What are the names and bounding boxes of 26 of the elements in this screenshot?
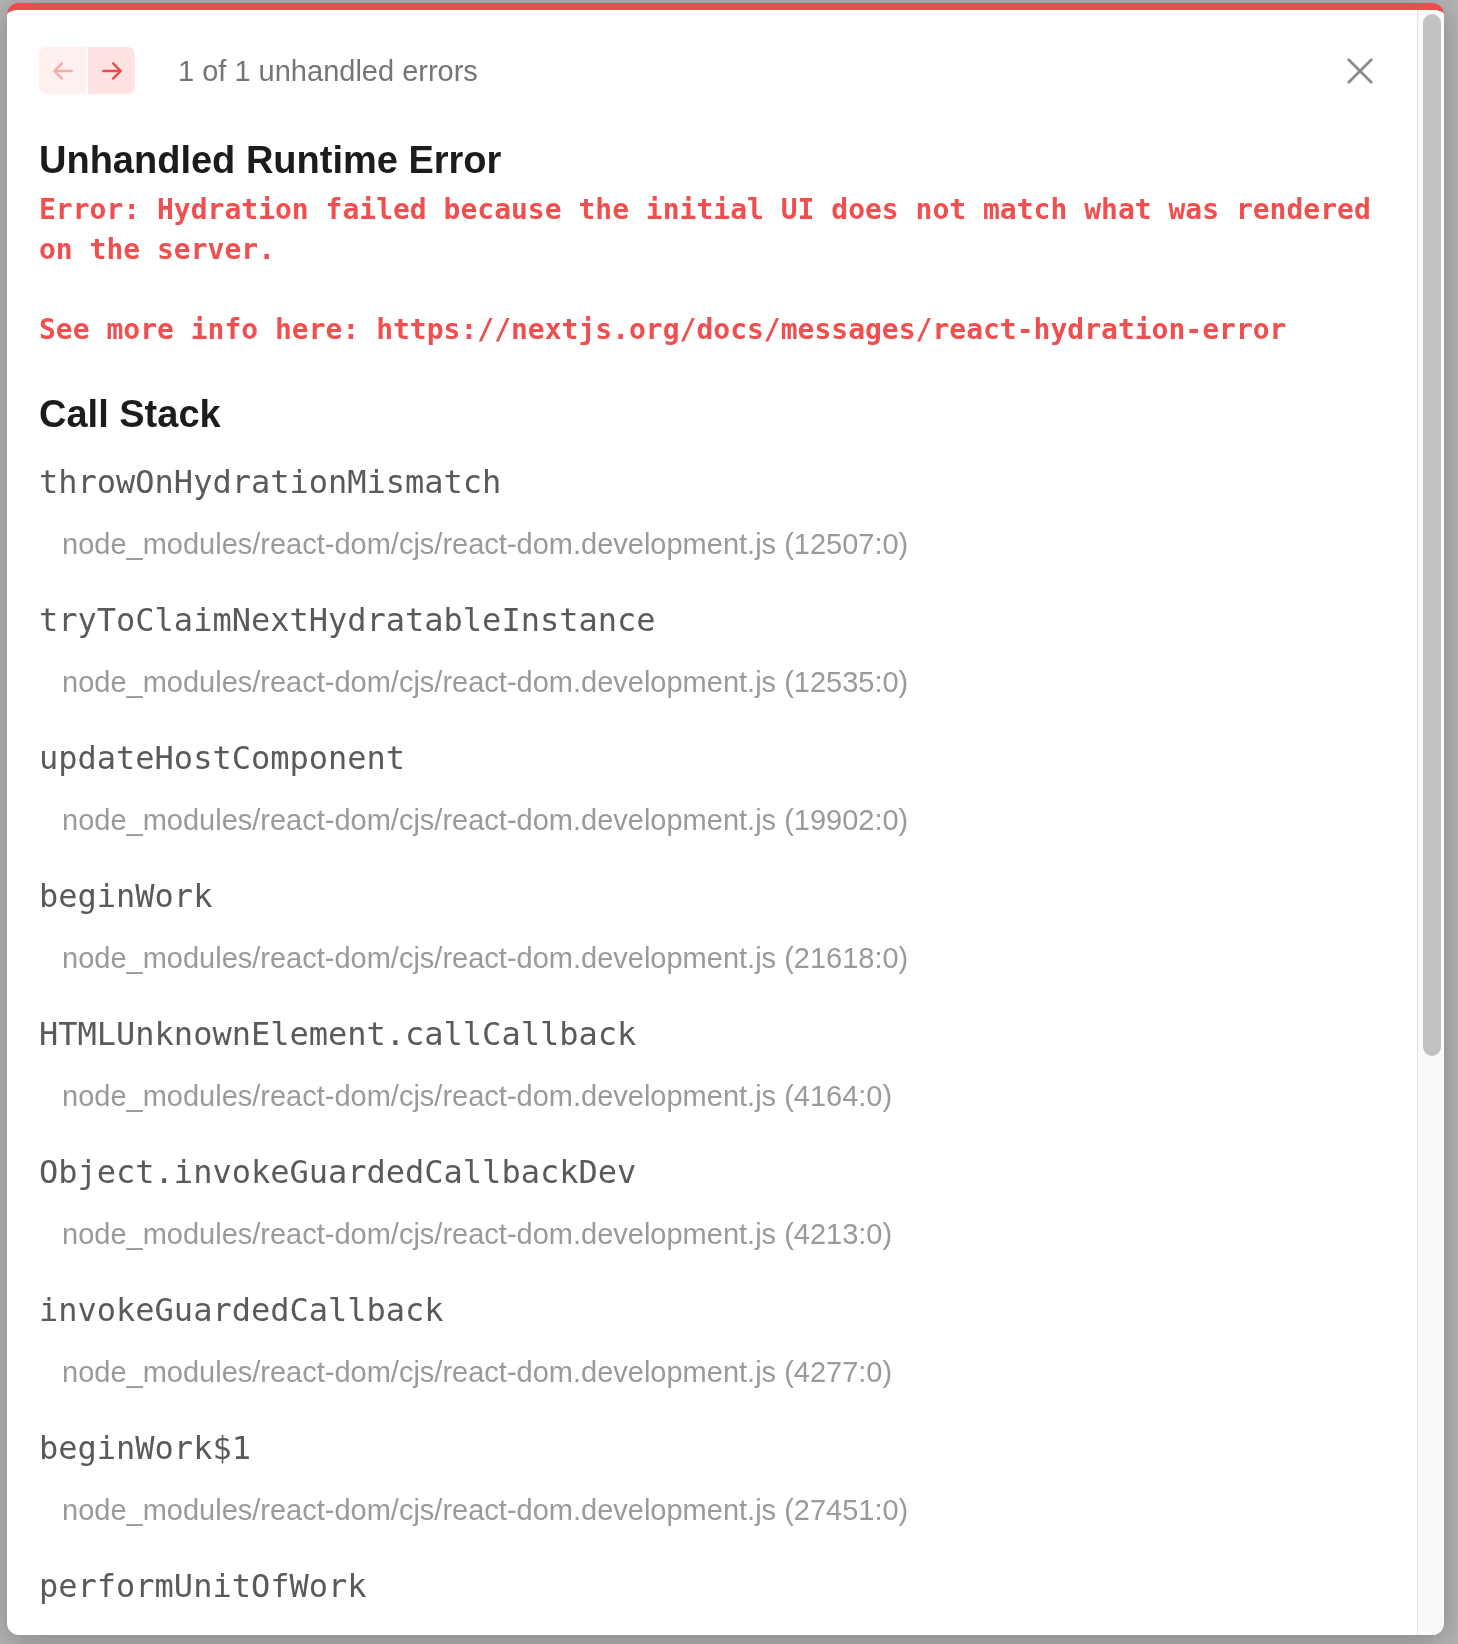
function-name: tryToClaimNextHydratableInstance [39,600,656,640]
source-location[interactable]: node_modules/react-dom/cjs/react-dom.development.js (12507:0) [62,526,909,562]
next-error-button[interactable] [88,47,135,94]
function-name: Object.invokeGuardedCallbackDev [39,1152,637,1192]
close-button[interactable] [1345,55,1375,86]
function-name: performUnitOfWork [39,1566,367,1606]
source-location[interactable]: node_modules/react-dom/cjs/react-dom.development.js (19902:0) [62,802,909,838]
source-location[interactable]: node_modules/react-dom/cjs/react-dom.development.js (4213:0) [62,1216,893,1252]
function-name: invokeGuardedCallback [39,1290,444,1330]
source-location[interactable]: node_modules/react-dom/cjs/react-dom.development.js (27451:0) [62,1492,909,1528]
scrollbar-thumb[interactable] [1423,14,1441,1056]
source-location[interactable]: node_modules/react-dom/cjs/react-dom.development.js (4164:0) [62,1078,893,1114]
error-message: Error: Hydration failed because the initial UI does not match what was rendered on the server. [39,192,1372,268]
function-name: updateHostComponent [39,738,406,778]
function-name: throwOnHydrationMismatch [39,462,502,502]
source-location[interactable]: node_modules/react-dom/cjs/react-dom.development.js (12535:0) [62,664,909,700]
source-location[interactable]: node_modules/react-dom/cjs/react-dom.development.js (4277:0) [62,1354,893,1390]
call-stack-heading: Call Stack [39,392,222,437]
more-info-text: See more info here: https://nextjs.org/docs/messages/react-hydration-error [39,312,1288,348]
error-title: Unhandled Runtime Error [39,138,503,183]
function-name: HTMLUnknownElement.callCallback [39,1014,637,1054]
function-name: beginWork [39,876,213,916]
source-location[interactable]: node_modules/react-dom/cjs/react-dom.development.js (21618:0) [62,940,909,976]
close-icon [1345,55,1375,86]
function-name: beginWork$1 [39,1428,251,1468]
error-counter: 1 of 1 unhandled errors [178,53,478,89]
